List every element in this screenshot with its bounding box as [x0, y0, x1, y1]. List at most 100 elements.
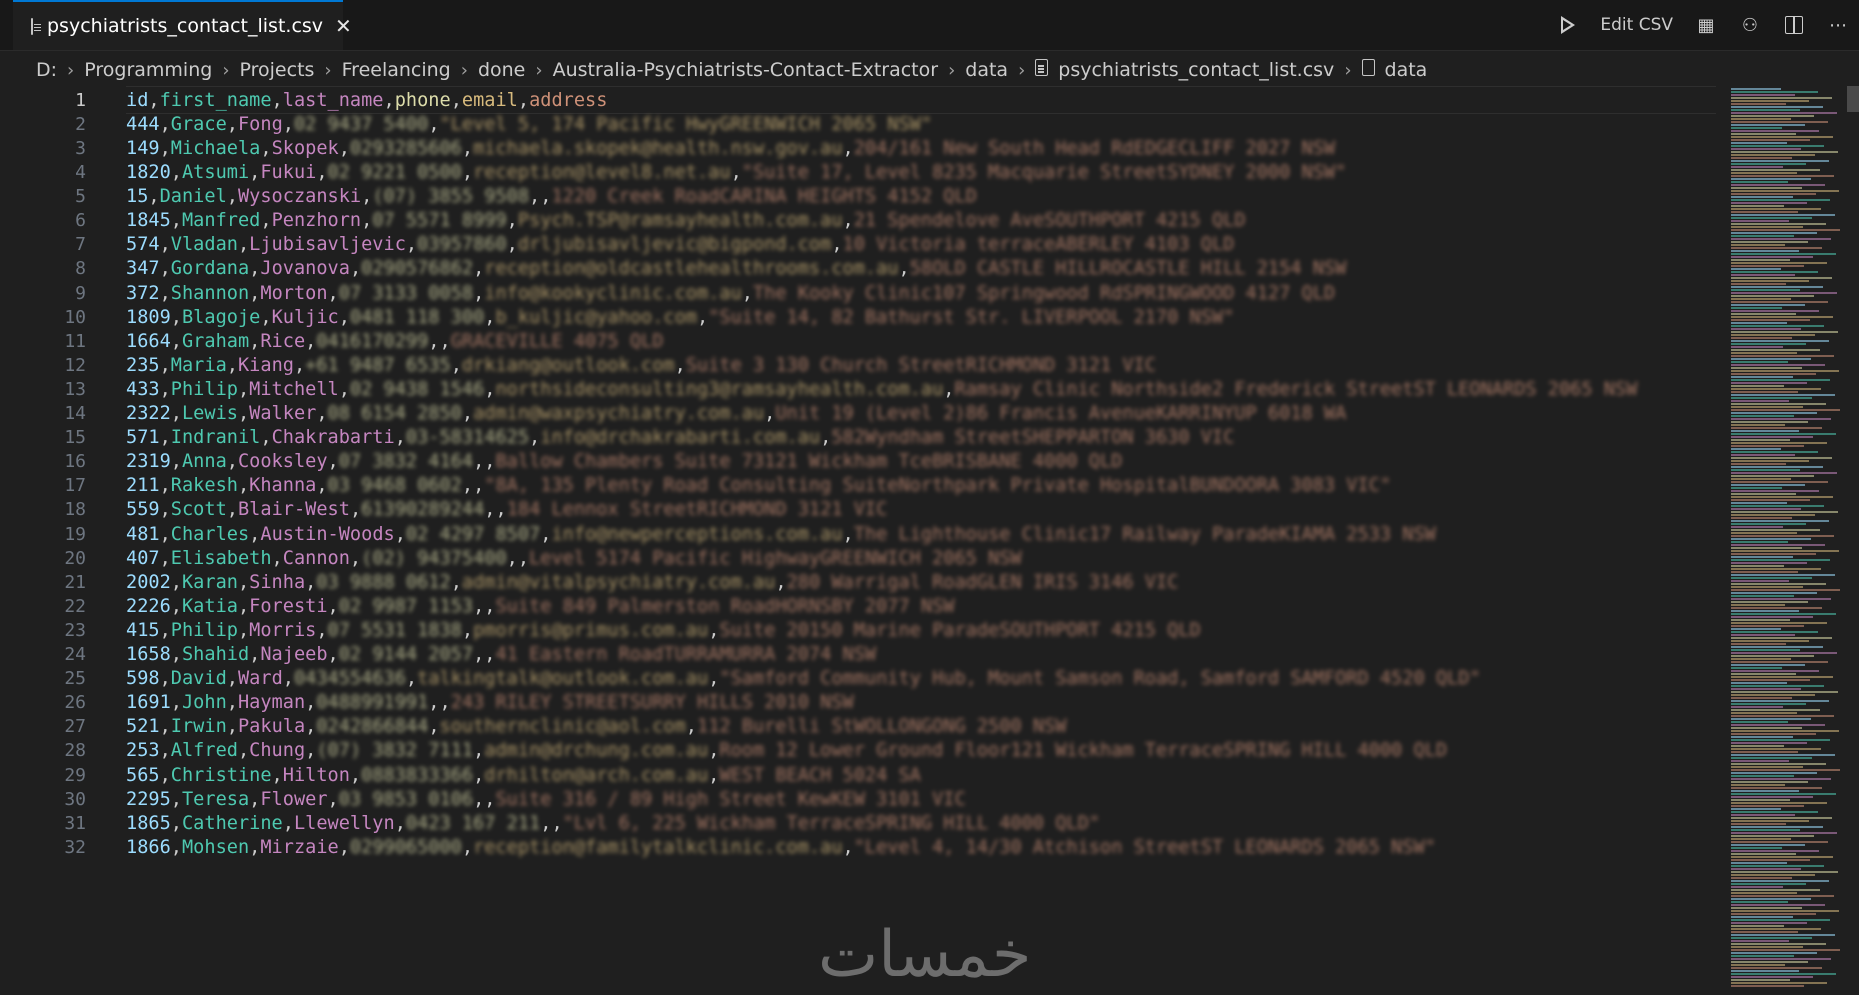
minimap-line: [1731, 457, 1832, 459]
line-number: 21: [64, 571, 86, 593]
minimap-line: [1731, 127, 1782, 129]
line-number: 27: [64, 716, 86, 738]
run-icon[interactable]: [1556, 14, 1578, 36]
csv-field: 1866: [126, 836, 171, 858]
csv-field: Wysoczanski: [237, 186, 362, 208]
editor-tab[interactable]: psychiatrists_contact_list.csv ✕: [13, 0, 352, 50]
csv-field: Katia: [181, 595, 238, 617]
minimap-line: [1731, 250, 1799, 252]
minimap-line: [1731, 889, 1820, 891]
breadcrumb-item[interactable]: data: [965, 59, 1008, 81]
minimap-line: [1731, 463, 1786, 465]
minimap-line: [1731, 193, 1816, 195]
minimap-line: [1731, 733, 1816, 735]
csv-field: Teresa: [181, 788, 250, 810]
vertical-scrollbar[interactable]: [1847, 86, 1859, 995]
minimap[interactable]: [1725, 86, 1847, 995]
minimap-line: [1731, 739, 1830, 741]
csv-field: phone: [394, 89, 451, 111]
minimap-line: [1731, 310, 1819, 312]
breadcrumb-item[interactable]: Australia-Psychiatrists-Contact-Extracto…: [553, 59, 938, 81]
csv-field: Chung: [249, 740, 306, 762]
edit-csv-button[interactable]: Edit CSV: [1600, 15, 1673, 35]
code-line[interactable]: 32 1866,Mohsen,Mirzaie,0299065000,recepti…: [0, 833, 1725, 862]
tab-title[interactable]: psychiatrists_contact_list.csv: [47, 15, 323, 37]
minimap-line: [1731, 778, 1831, 780]
breadcrumb-label: Freelancing: [341, 59, 451, 81]
minimap-line: [1731, 247, 1822, 249]
breadcrumb-item[interactable]: Programming: [84, 59, 212, 81]
minimap-line: [1731, 976, 1813, 978]
csv-field: admin@waxpsychiatry.com.au: [473, 403, 765, 425]
minimap-line: [1731, 661, 1828, 663]
csv-field: 1220 Creek RoadCARINA HEIGHTS 4152 QLD: [551, 186, 977, 208]
minimap-line: [1731, 841, 1828, 843]
minimap-line: [1731, 802, 1827, 804]
editor-content[interactable]: 1 id,first_name,last_name,phone,email,add…: [0, 86, 1725, 995]
minimap-line: [1731, 223, 1826, 225]
breadcrumb-label: D:: [36, 59, 58, 81]
csv-field: admin@drchung.com.au: [484, 740, 709, 762]
csv-field: Karan: [181, 571, 238, 593]
minimap-line: [1731, 637, 1832, 639]
split-editor-icon[interactable]: [1783, 14, 1805, 36]
breadcrumb: D: › Programming › Projects › Freelancing › done…: [0, 51, 1859, 89]
csv-field: drkiang@outlook.com: [461, 354, 675, 376]
minimap-line: [1731, 694, 1815, 696]
csv-field: Jovanova: [260, 258, 350, 280]
csv-field: "Lvl 6, 225 Wickham TerraceSPRING HILL 4…: [562, 812, 1100, 834]
csv-row: 559,Scott,Blair-West,61390289244,,184 Le…: [126, 499, 888, 521]
csv-field: Llewellyn: [293, 812, 395, 834]
csv-field: Catherine: [181, 812, 283, 834]
chevron-right-icon: ›: [460, 59, 468, 81]
csv-row: 235,Maria,Kiang,+61 9487 6535,drkiang@ou…: [126, 354, 1156, 376]
minimap-line: [1731, 139, 1810, 141]
csv-row: 1865,Catherine,Llewellyn,0423 167 211,,"…: [126, 812, 1100, 834]
line-number: 5: [75, 186, 86, 208]
csv-field: 0290576862: [361, 258, 474, 280]
csv-field: 10 Victoria terraceABERLEY 4103 QLD: [842, 234, 1235, 256]
csv-field: 407: [126, 547, 160, 569]
minimap-line: [1731, 151, 1838, 153]
close-icon[interactable]: ✕: [335, 14, 352, 38]
minimap-line: [1731, 184, 1825, 186]
csv-field: 02 9438 1546: [349, 378, 485, 400]
csv-field: 03 9853 0106: [338, 788, 474, 810]
minimap-line: [1731, 724, 1825, 726]
breadcrumb-item[interactable]: Projects: [240, 59, 315, 81]
csv-row: 15,Daniel,Wysoczanski,(07) 3855 9508,,12…: [126, 186, 977, 208]
minimap-line: [1731, 235, 1794, 237]
minimap-line: [1731, 178, 1811, 180]
line-number: 22: [64, 595, 86, 617]
minimap-line: [1731, 952, 1817, 954]
csv-field: Gordana: [170, 258, 250, 280]
csv-field: 559: [126, 499, 160, 521]
csv-field: 571: [126, 427, 160, 449]
breadcrumb-item[interactable]: data: [1361, 59, 1427, 81]
line-number: 3: [75, 137, 86, 159]
csv-field: Fong: [237, 113, 283, 135]
file-icon: [1361, 59, 1375, 76]
minimap-line: [1731, 505, 1824, 507]
csv-field: 211: [126, 475, 160, 497]
minimap-line: [1731, 799, 1790, 801]
more-actions-icon[interactable]: ⋯: [1827, 14, 1849, 36]
minimap-line: [1731, 649, 1800, 651]
csv-field: 184 Lennox StreetRICHMOND 3121 VIC: [506, 499, 888, 521]
csv-row: 1866,Mohsen,Mirzaie,0299065000,reception…: [126, 836, 1436, 858]
scroll-thumb[interactable]: [1847, 86, 1859, 112]
preview-icon[interactable]: ⚇: [1739, 14, 1761, 36]
minimap-line: [1731, 676, 1833, 678]
minimap-line: [1731, 514, 1815, 516]
breadcrumb-item[interactable]: D:: [36, 59, 57, 81]
minimap-line: [1731, 322, 1787, 324]
breadcrumb-item[interactable]: Freelancing: [342, 59, 451, 81]
minimap-line: [1731, 775, 1794, 777]
breadcrumb-item[interactable]: psychiatrists_contact_list.csv: [1035, 59, 1334, 81]
breadcrumb-item[interactable]: done: [478, 59, 525, 81]
csv-field: 0416170299: [316, 330, 429, 352]
table-icon[interactable]: ▦: [1695, 14, 1717, 36]
csv-row: 149,Michaela,Skopek,0293285606,michaela.…: [126, 137, 1336, 159]
csv-row: 433,Philip,Mitchell,02 9438 1546,northsi…: [126, 378, 1638, 400]
chevron-right-icon: ›: [1018, 59, 1026, 81]
